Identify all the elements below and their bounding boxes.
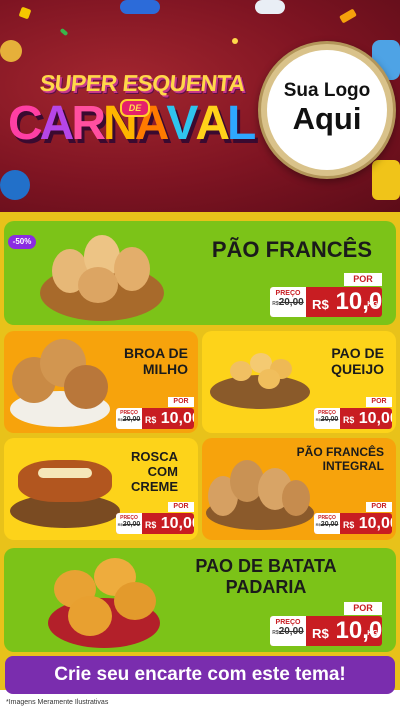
- price-tag: POR PREÇO R$20,00 R$ 10,00 KG: [270, 273, 382, 317]
- headline-de-badge: DE: [120, 99, 150, 117]
- new-price: R$ 10,00 KG: [310, 287, 382, 317]
- por-label: POR: [344, 273, 382, 286]
- old-price-value: 20,00: [278, 626, 304, 637]
- balloon-icon: [0, 170, 30, 200]
- product-card-broa-de-milho: BROA DE MILHO POR PREÇO R$20,00 R$ 10,00: [4, 331, 198, 433]
- carnaval-letter: R: [71, 97, 106, 150]
- old-price-value: 20,00: [320, 416, 339, 423]
- old-price: PREÇO R$20,00: [314, 408, 340, 429]
- price-tag: POR PREÇO R$20,00 R$ 10,00: [314, 502, 392, 534]
- price-tag: POR PREÇO R$20,00 R$ 10,00: [116, 397, 194, 429]
- carnival-banner: SUPER ESQUENTA CARNAVAL DE Sua Logo Aqui: [0, 0, 400, 212]
- create-flyer-button[interactable]: Crie seu encarte com este tema!: [5, 656, 395, 694]
- bread-image: [68, 596, 112, 636]
- por-label: POR: [168, 397, 194, 407]
- product-card-pao-de-batata: PAO DE BATATA PADARIA POR PREÇO R$20,00 …: [4, 548, 396, 652]
- discount-badge: -50%: [8, 235, 36, 249]
- confetti-icon: [18, 6, 32, 20]
- mask-icon: [120, 0, 160, 14]
- por-label: POR: [168, 502, 194, 512]
- old-price-value: 20,00: [122, 416, 141, 423]
- product-card-pao-frances-integral: PÃO FRANCÊS INTEGRAL POR PREÇO R$20,00 R…: [202, 438, 396, 540]
- confetti-icon: [372, 160, 400, 200]
- old-price-value: 20,00: [320, 521, 339, 528]
- price-box: PREÇO R$20,00 R$ 10,00: [314, 513, 392, 534]
- bread-image: [114, 247, 150, 291]
- new-price: R$ 10,00 KG: [310, 616, 382, 646]
- carnaval-letter: A: [39, 97, 75, 150]
- feather-icon: [372, 40, 400, 80]
- price-value: 10,00: [358, 515, 392, 532]
- headline-super-esquenta: SUPER ESQUENTA: [38, 70, 247, 96]
- old-price: PREÇO R$20,00: [270, 287, 306, 317]
- kg-label: KG: [367, 299, 378, 308]
- bread-image: [114, 582, 156, 620]
- footnote: *Imagens Meramente Ilustrativas: [6, 699, 109, 706]
- por-label: POR: [344, 602, 382, 615]
- price-box: PREÇO R$20,00 R$ 10,00: [314, 408, 392, 429]
- kg-label: KG: [367, 628, 378, 637]
- carnaval-letter: L: [227, 97, 256, 150]
- product-name: PAO DE QUEIJO: [331, 345, 384, 378]
- product-name: PAO DE BATATA PADARIA: [195, 556, 337, 597]
- price-box: PREÇO R$20,00 R$ 10,00: [116, 408, 194, 429]
- cream-image: [38, 468, 92, 478]
- bread-image: [230, 361, 252, 381]
- confetti-icon: [232, 38, 238, 44]
- product-card-pao-frances: PÃO FRANCÊS POR PREÇO R$20,00 R$ 10,00 K…: [4, 221, 396, 325]
- old-price-value: 20,00: [278, 297, 304, 308]
- currency: R$: [312, 297, 329, 312]
- carnaval-letter: A: [195, 97, 230, 150]
- currency: R$: [145, 415, 157, 425]
- product-card-rosca-com-creme: ROSCA COM CREME POR PREÇO R$20,00 R$ 10,…: [4, 438, 198, 540]
- logo-placeholder: Sua Logo Aqui: [267, 50, 387, 170]
- bread-image: [258, 369, 280, 389]
- price-tag: POR PREÇO R$20,00 R$ 10,00: [116, 502, 194, 534]
- logo-line2: Aqui: [292, 101, 362, 136]
- currency: R$: [312, 626, 329, 641]
- price-tag: POR PREÇO R$20,00 R$ 10,00 KG: [270, 602, 382, 646]
- product-name: PÃO FRANCÊS: [211, 237, 372, 262]
- product-name: BROA DE MILHO: [123, 345, 188, 378]
- price-box: PREÇO R$20,00 R$ 10,00 KG: [270, 616, 382, 646]
- product-name: ROSCA COM CREME: [131, 449, 178, 494]
- product-name: PÃO FRANCÊS INTEGRAL: [296, 445, 384, 473]
- new-price: R$ 10,00: [342, 513, 392, 534]
- new-price: R$ 10,00: [342, 408, 392, 429]
- old-price: PREÇO R$20,00: [270, 616, 306, 646]
- bread-image: [282, 480, 310, 516]
- preco-label: PREÇO: [275, 619, 301, 626]
- currency: R$: [343, 520, 355, 530]
- currency: R$: [145, 520, 157, 530]
- price-value: 10,00: [160, 410, 194, 427]
- confetti-icon: [59, 27, 69, 37]
- new-price: R$ 10,00: [144, 513, 194, 534]
- carnaval-letter: C: [8, 97, 43, 150]
- carnaval-letter: V: [166, 97, 198, 150]
- por-label: POR: [366, 397, 392, 407]
- price-value: 10,00: [160, 515, 194, 532]
- price-tag: POR PREÇO R$20,00 R$ 10,00: [314, 397, 392, 429]
- old-price: PREÇO R$20,00: [314, 513, 340, 534]
- preco-label: PREÇO: [275, 290, 301, 297]
- bread-image: [78, 267, 118, 303]
- price-value: 10,00: [358, 410, 392, 427]
- old-price: PREÇO R$20,00: [116, 513, 142, 534]
- confetti-icon: [339, 8, 357, 24]
- product-card-pao-de-queijo: PAO DE QUEIJO POR PREÇO R$20,00 R$ 10,00: [202, 331, 396, 433]
- balloon-icon: [255, 0, 285, 14]
- old-price: PREÇO R$20,00: [116, 408, 142, 429]
- price-box: PREÇO R$20,00 R$ 10,00 KG: [270, 287, 382, 317]
- old-price-value: 20,00: [122, 521, 141, 528]
- currency: R$: [343, 415, 355, 425]
- bread-image: [64, 365, 108, 409]
- new-price: R$ 10,00: [144, 408, 194, 429]
- price-box: PREÇO R$20,00 R$ 10,00: [116, 513, 194, 534]
- trumpet-icon: [0, 40, 22, 62]
- por-label: POR: [366, 502, 392, 512]
- logo-line1: Sua Logo: [283, 80, 371, 101]
